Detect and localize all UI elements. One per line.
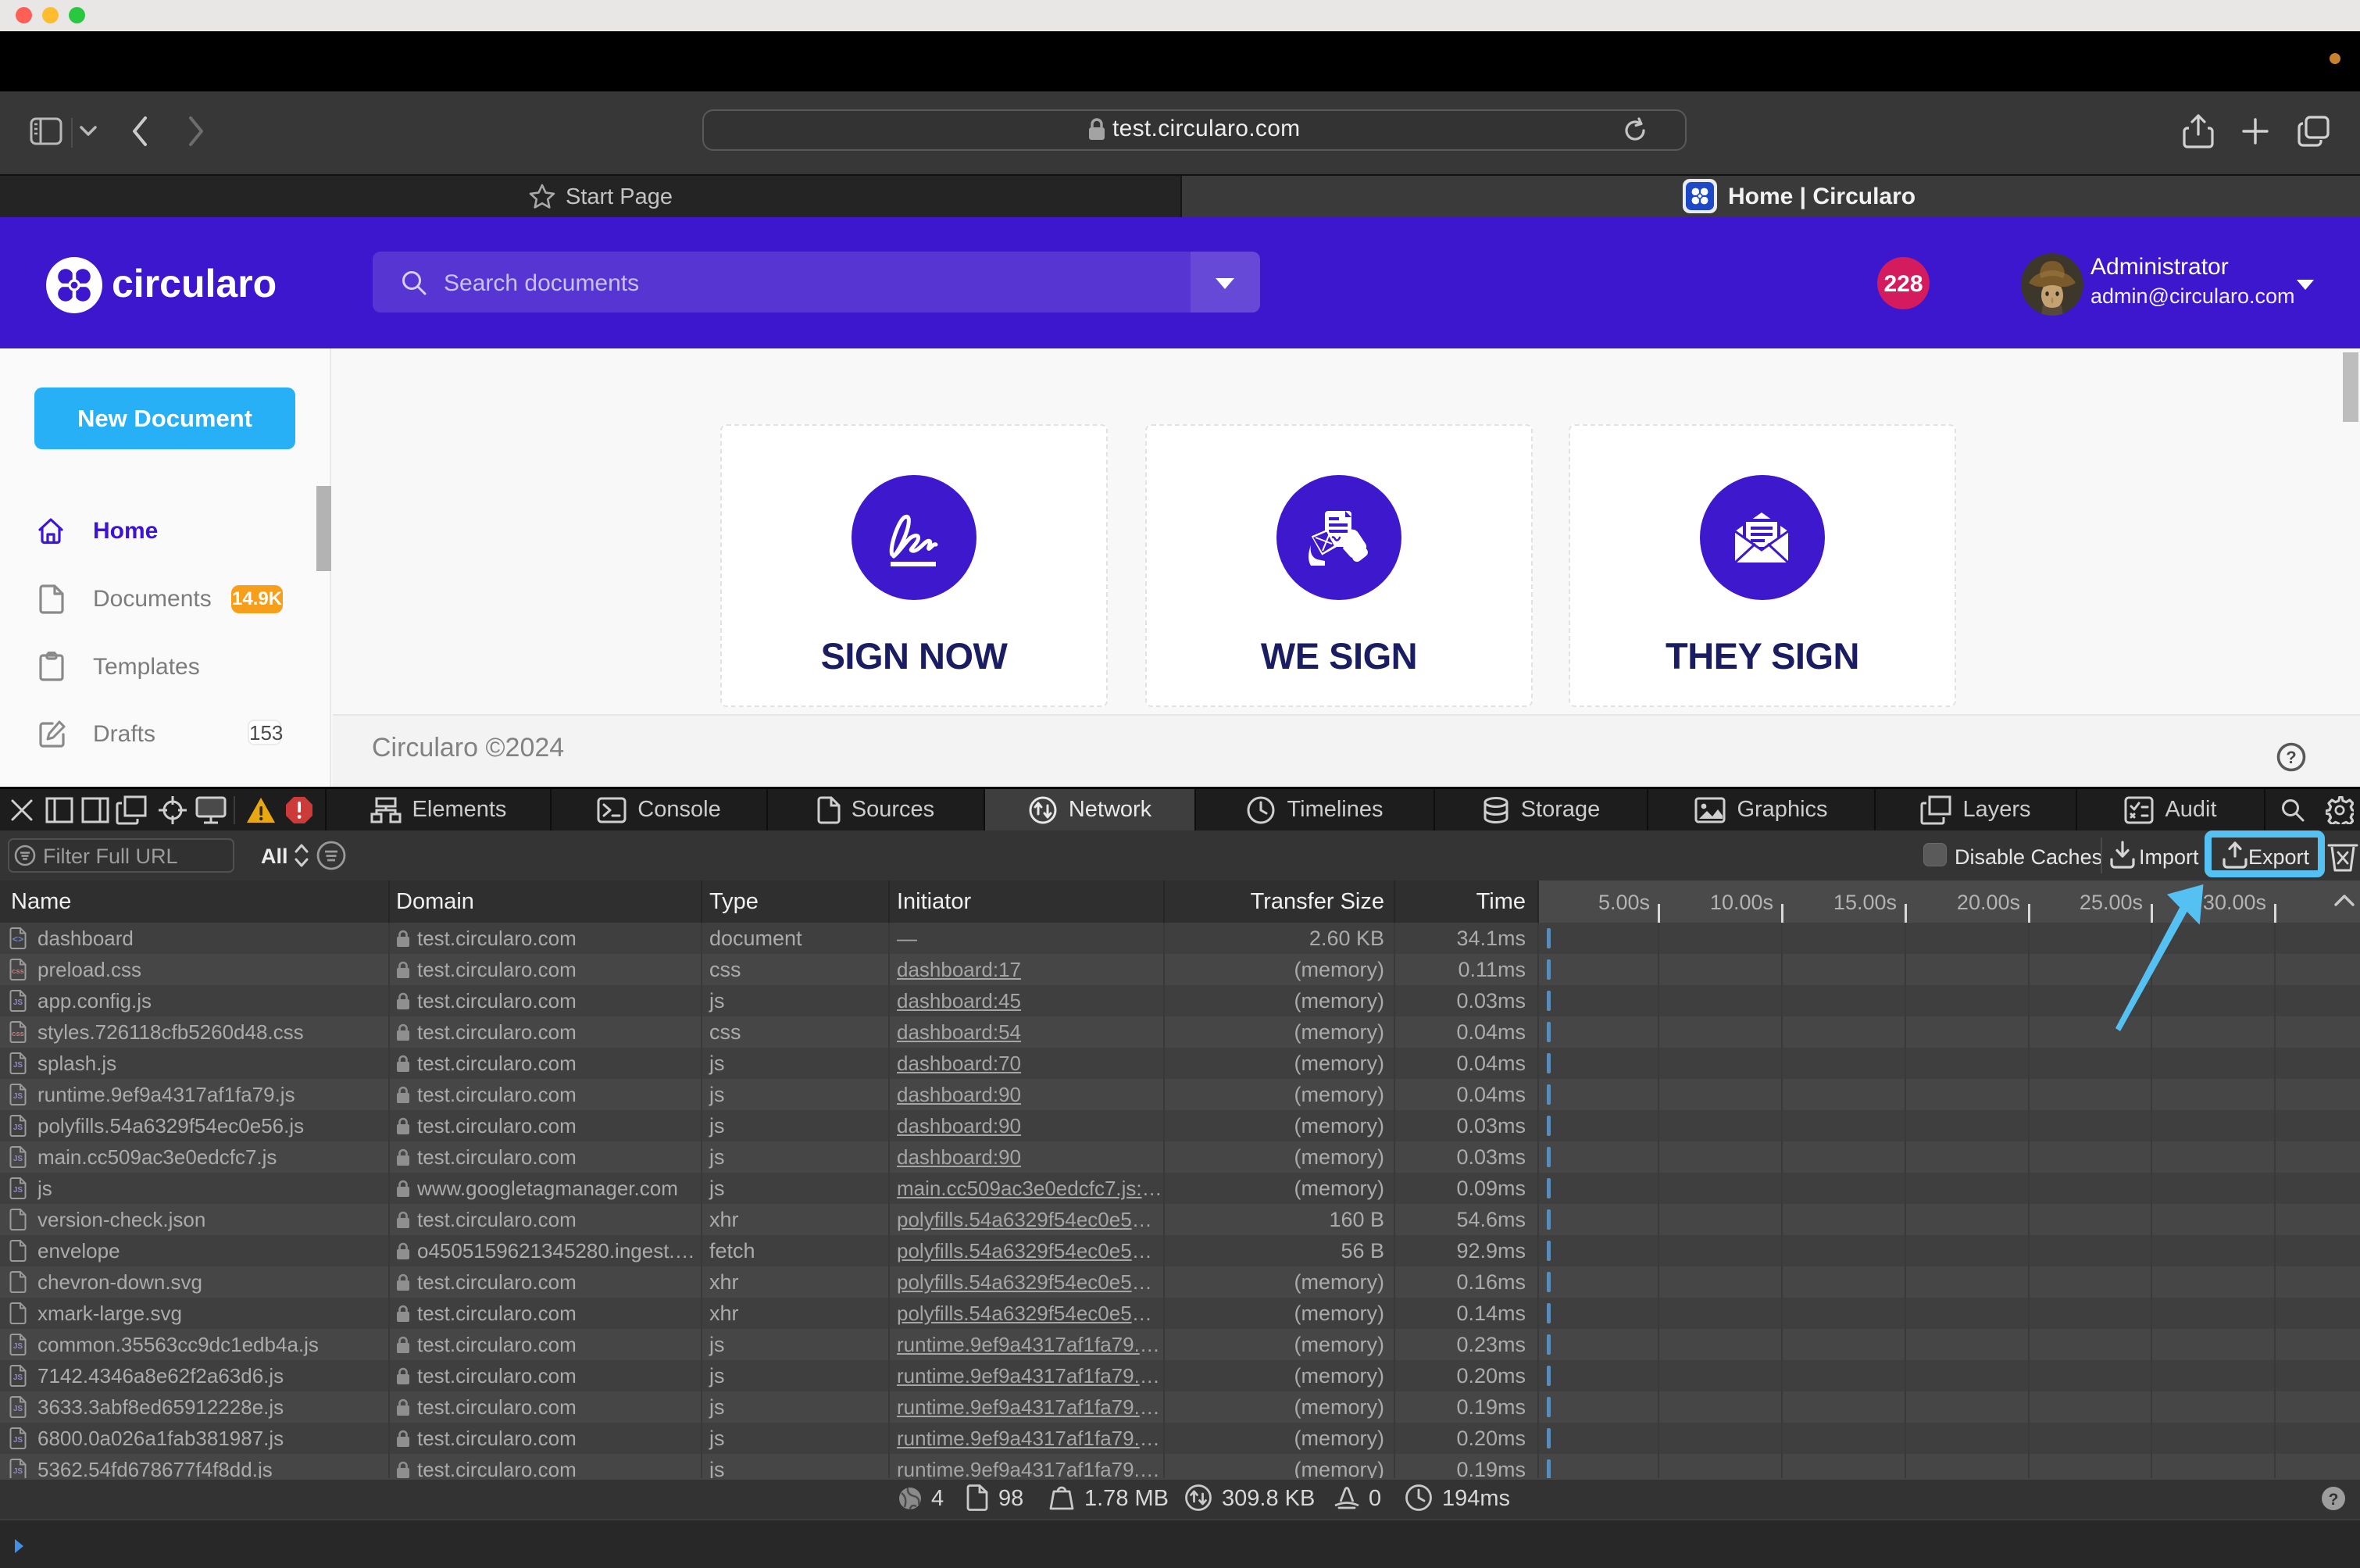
svg-text:JS: JS [13,1342,23,1351]
svg-text:JS: JS [13,1155,23,1163]
svg-text:css: css [12,967,24,976]
svg-text:?: ? [2286,748,2296,767]
svg-text:JS: JS [13,1467,23,1476]
svg-text:<>: <> [12,934,23,945]
svg-text:JS: JS [13,1186,23,1195]
svg-text:?: ? [2329,1491,2339,1509]
svg-text:css: css [12,1030,24,1038]
svg-text:JS: JS [13,998,23,1007]
svg-text:JS: JS [13,1405,23,1413]
svg-text:JS: JS [13,1373,23,1382]
svg-text:JS: JS [13,1092,23,1101]
svg-text:JS: JS [13,1061,23,1070]
svg-text:JS: JS [13,1436,23,1445]
svg-text:JS: JS [13,1123,23,1132]
